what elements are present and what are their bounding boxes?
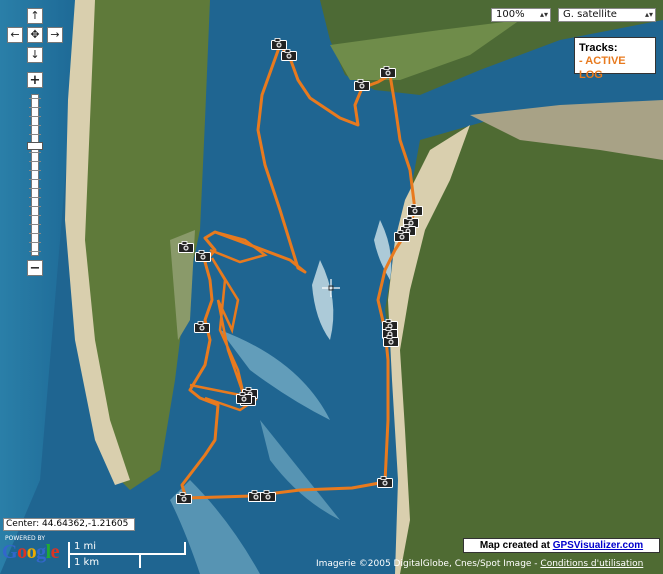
zoom-out-button[interactable]: − [27, 260, 43, 276]
zoom-slider-tick [29, 161, 41, 162]
zoom-slider-tick [29, 98, 41, 99]
zoom-slider-tick [29, 170, 41, 171]
legend-title: Tracks: [579, 42, 618, 54]
camera-icon[interactable] [194, 321, 210, 333]
camera-icon[interactable] [383, 335, 399, 347]
scale-miles: 1 mi [74, 541, 97, 552]
camera-icon[interactable] [195, 250, 211, 262]
tracks-legend: Tracks: - ACTIVE LOG [574, 37, 656, 81]
camera-icon[interactable] [354, 79, 370, 91]
map-canvas[interactable]: ↑ ← ✥ → ↓ + − 100% ▴▾ G. satellite ▴▾ Tr… [0, 0, 663, 574]
zoom-slider-tick [29, 134, 41, 135]
map-type-select[interactable]: G. satellite ▴▾ [558, 8, 656, 22]
zoom-select-value: 100% [496, 9, 525, 20]
pan-down-button[interactable]: ↓ [27, 47, 43, 63]
camera-icon[interactable] [380, 66, 396, 78]
zoom-in-button[interactable]: + [27, 72, 43, 88]
center-coordinates: Center: 44.64362,-1.21605 [3, 518, 135, 531]
camera-icon[interactable] [178, 241, 194, 253]
chevron-down-icon: ▴▾ [539, 10, 548, 19]
zoom-slider-tick [29, 233, 41, 234]
pan-left-button[interactable]: ← [7, 27, 23, 43]
zoom-slider-tick [29, 197, 41, 198]
camera-icon[interactable] [407, 204, 423, 216]
scale-bar: 1 mi 1 km [68, 538, 188, 570]
zoom-slider-tick [29, 206, 41, 207]
camera-icon[interactable] [394, 230, 410, 242]
pan-right-button[interactable]: → [47, 27, 63, 43]
pan-up-button[interactable]: ↑ [27, 8, 43, 24]
map-credit: Map created at GPSVisualizer.com [463, 538, 660, 553]
zoom-slider-tick [29, 107, 41, 108]
pan-center-button[interactable]: ✥ [27, 27, 43, 43]
camera-icon[interactable] [377, 476, 393, 488]
google-logo[interactable]: Google [2, 541, 60, 564]
camera-icon[interactable] [236, 392, 252, 404]
camera-icon[interactable] [176, 492, 192, 504]
zoom-slider-tick [29, 242, 41, 243]
imagery-text: Imagerie ©2005 DigitalGlobe, Cnes/Spot I… [316, 559, 541, 569]
zoom-select[interactable]: 100% ▴▾ [491, 8, 551, 22]
imagery-attribution: Imagerie ©2005 DigitalGlobe, Cnes/Spot I… [316, 559, 643, 569]
camera-icon[interactable] [281, 49, 297, 61]
zoom-slider-tick [29, 116, 41, 117]
crosshair-icon [322, 279, 340, 297]
map-type-value: G. satellite [563, 9, 617, 20]
zoom-slider-thumb[interactable] [27, 142, 43, 150]
zoom-slider-tick [29, 215, 41, 216]
zoom-slider-tick [29, 125, 41, 126]
zoom-slider-tick [29, 179, 41, 180]
gpsvisualizer-link[interactable]: GPSVisualizer.com [553, 540, 643, 551]
zoom-slider-tick [29, 188, 41, 189]
chevron-down-icon: ▴▾ [644, 10, 653, 19]
legend-item-active-log[interactable]: - ACTIVE LOG [579, 54, 651, 82]
zoom-slider-tick [29, 152, 41, 153]
zoom-slider-tick [29, 251, 41, 252]
terms-link[interactable]: Conditions d'utilisation [540, 559, 643, 569]
scale-km: 1 km [74, 557, 100, 568]
zoom-slider[interactable] [31, 94, 39, 256]
zoom-slider-tick [29, 224, 41, 225]
camera-icon[interactable] [260, 490, 276, 502]
credit-prefix: Map created at [479, 540, 553, 551]
